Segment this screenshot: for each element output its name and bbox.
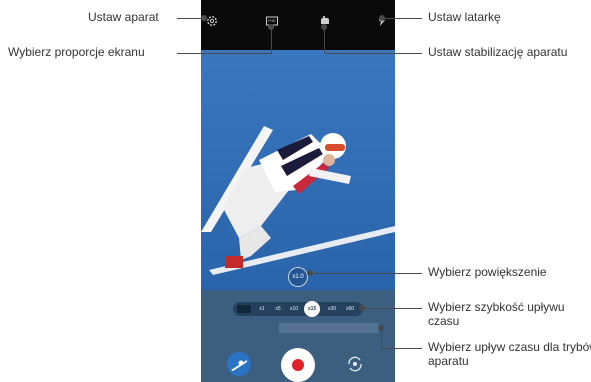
leader-stabilization-v: [324, 27, 325, 53]
speed-option[interactable]: x1: [255, 302, 269, 316]
pointer-aspect-ratio: [268, 24, 274, 30]
pointer-stabilization: [321, 24, 327, 30]
pointer-select-speed: [359, 305, 365, 311]
leader-select-zoom: [310, 273, 422, 274]
label-select-zoom: Wybierz powiększenie: [428, 265, 547, 279]
annotated-camera-figure: FHD x1.0 x1 x5 x10 x15 x30 x60 Ustaw apa…: [0, 0, 591, 382]
settings-gear-icon[interactable]: [205, 14, 219, 28]
label-stabilization: Ustaw stabilizację aparatu: [428, 45, 568, 59]
leader-set-camera: [177, 18, 203, 19]
leader-aspect-ratio-v: [271, 27, 272, 53]
pointer-set-flash: [379, 15, 385, 21]
speed-auto-swatch[interactable]: [237, 305, 251, 313]
leader-aspect-ratio: [177, 53, 272, 54]
pointer-timelapse-mode: [378, 325, 384, 331]
pointer-select-zoom: [307, 270, 313, 276]
leader-set-flash: [382, 18, 422, 19]
camera-bottom-panel: x1 x5 x10 x15 x30 x60: [201, 290, 395, 382]
zoom-level-button[interactable]: x1.0: [288, 267, 308, 287]
camera-mode-timelapse-strip[interactable]: [279, 323, 379, 333]
speed-option-selected[interactable]: x15: [304, 301, 320, 317]
speed-option[interactable]: x5: [271, 302, 285, 316]
leader-timelapse-mode: [381, 348, 422, 349]
speed-option[interactable]: x60: [343, 302, 357, 316]
camera-viewfinder[interactable]: [201, 50, 395, 290]
timelapse-speed-selector[interactable]: x1 x5 x10 x15 x30 x60: [233, 301, 363, 317]
label-aspect-ratio: Wybierz proporcje ekranu: [8, 45, 145, 59]
record-dot-icon: [292, 359, 304, 371]
camera-top-bar: FHD: [201, 0, 395, 50]
label-timelapse-mode: Wybierz upływ czasu dla trybów aparatu: [428, 340, 591, 368]
pointer-set-camera: [201, 15, 207, 21]
camera-screen: FHD x1.0 x1 x5 x10 x15 x30 x60: [201, 0, 395, 382]
gallery-thumbnail[interactable]: [227, 352, 251, 376]
record-button[interactable]: [281, 348, 315, 382]
label-select-speed: Wybierz szybkość upływu czasu: [428, 300, 565, 328]
speed-option[interactable]: x10: [287, 302, 301, 316]
switch-camera-icon[interactable]: [345, 354, 365, 374]
leader-stabilization: [325, 53, 422, 54]
leader-timelapse-mode-v: [381, 328, 382, 348]
label-set-camera: Ustaw aparat: [88, 10, 159, 24]
label-set-flash: Ustaw latarkę: [428, 10, 501, 24]
speed-option[interactable]: x30: [325, 302, 339, 316]
leader-select-speed: [362, 308, 422, 309]
